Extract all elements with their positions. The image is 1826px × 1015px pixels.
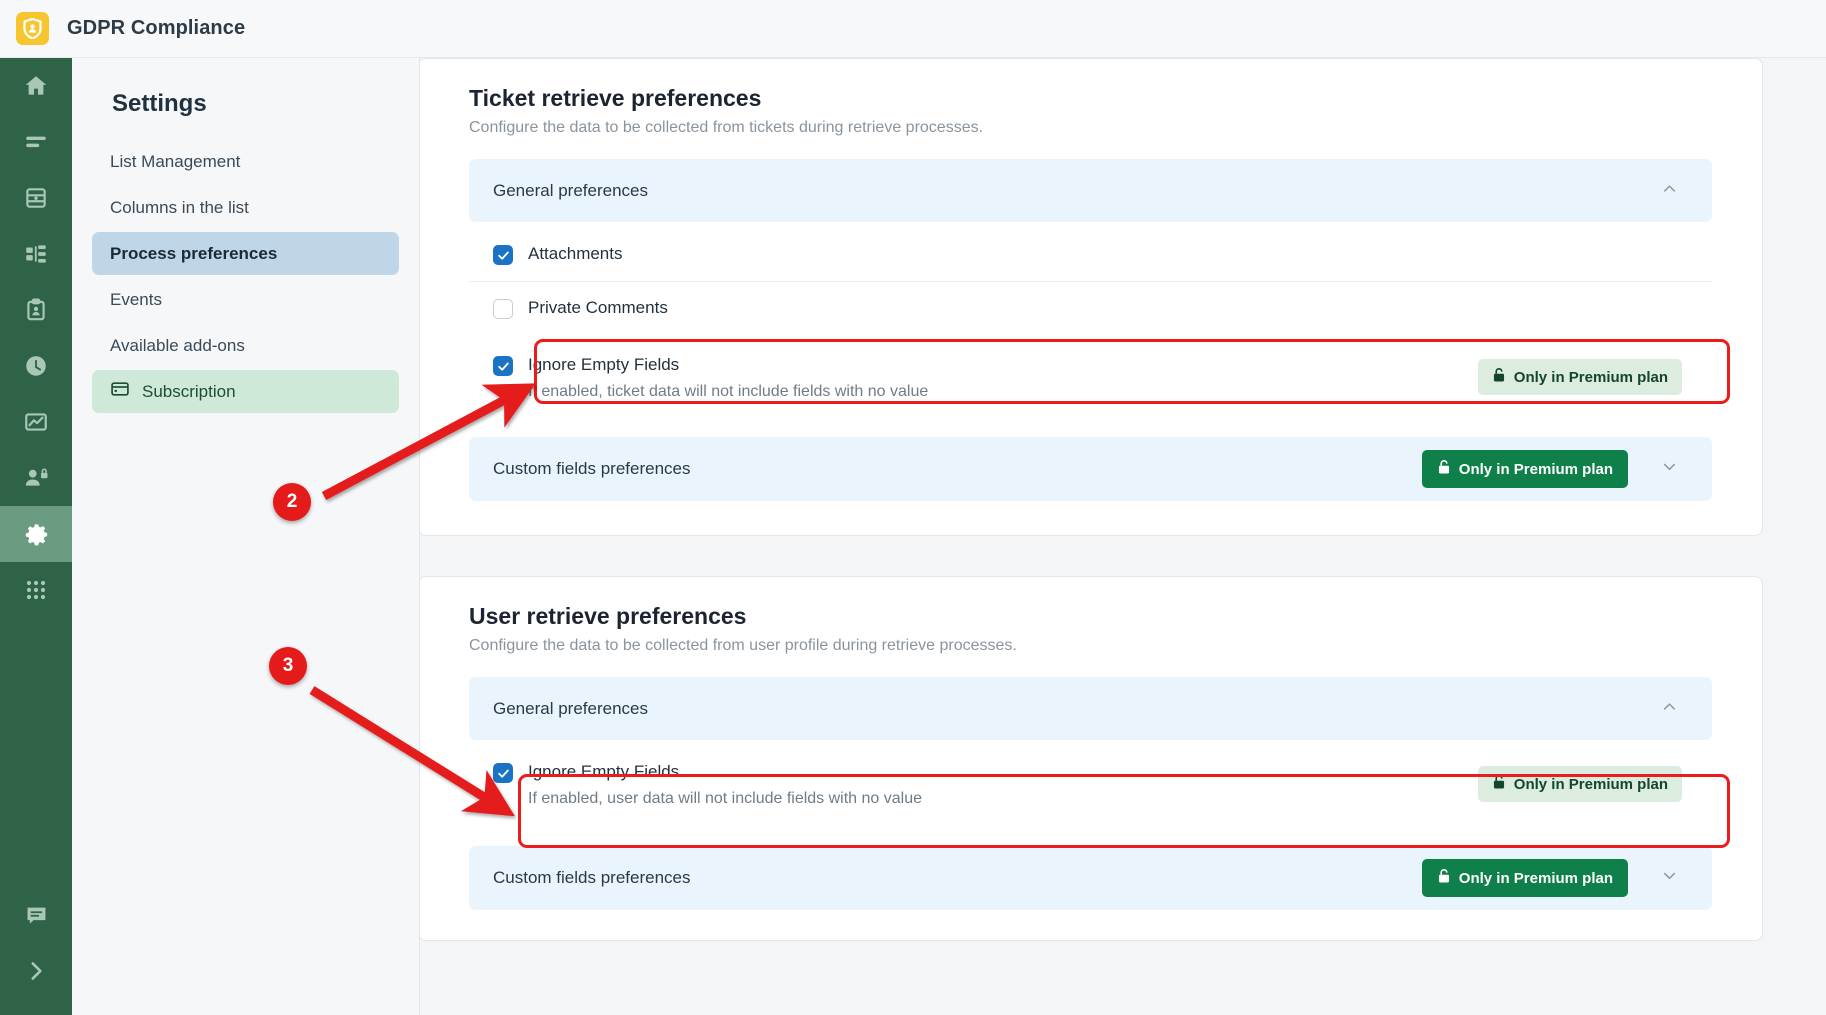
premium-badge[interactable]: Only in Premium plan <box>1477 766 1682 802</box>
ticket-retrieve-preferences-card: Ticket retrieve preferences Configure th… <box>420 58 1763 536</box>
premium-badge-label: Only in Premium plan <box>1513 368 1668 386</box>
credit-card-icon <box>110 379 130 404</box>
band-label: Custom fields preferences <box>493 459 691 478</box>
sidebar-item-label: Process preferences <box>110 243 278 263</box>
ticket-general-preferences-header[interactable]: General preferences <box>469 159 1712 222</box>
user-general-preferences-header[interactable]: General preferences <box>469 677 1712 740</box>
main-content: Ticket retrieve preferences Configure th… <box>420 58 1826 1015</box>
sidebar-item-label: Subscription <box>142 381 236 401</box>
list-icon[interactable] <box>0 114 72 170</box>
ignore-empty-fields-checkbox[interactable] <box>493 763 513 783</box>
sidebar-item-process-preferences[interactable]: Process preferences <box>92 232 399 275</box>
premium-badge[interactable]: Only in Premium plan <box>1477 359 1682 395</box>
sidebar-item-label: List Management <box>110 151 241 171</box>
chevron-right-icon[interactable] <box>0 943 72 999</box>
premium-badge[interactable]: Only in Premium plan <box>1421 859 1628 897</box>
app-title: GDPR Compliance <box>67 17 246 39</box>
pref-description: If enabled, ticket data will not include… <box>528 383 929 400</box>
sidebar-item-label: Columns in the list <box>110 197 249 217</box>
ticket-section-title: Ticket retrieve preferences <box>469 85 762 111</box>
unlock-icon <box>1492 367 1506 387</box>
sidebar-item-available-add-ons[interactable]: Available add-ons <box>92 324 399 367</box>
ticket-section-subtitle: Configure the data to be collected from … <box>469 119 984 136</box>
pref-label: Ignore Empty Fields <box>528 355 680 374</box>
user-retrieve-preferences-card: User retrieve preferences Configure the … <box>420 576 1763 941</box>
band-label: Custom fields preferences <box>493 868 691 887</box>
page-title: Settings <box>112 90 207 117</box>
chevron-up-icon[interactable] <box>1660 179 1679 203</box>
clipboard-user-icon[interactable] <box>0 282 72 338</box>
window-title-bar: GDPR Compliance <box>0 0 1826 58</box>
home-icon[interactable] <box>0 58 72 114</box>
ticket-attachments-row[interactable]: Attachments <box>469 228 1712 282</box>
user-section-subtitle: Configure the data to be collected from … <box>469 637 1017 654</box>
unlock-icon <box>1492 774 1506 794</box>
user-section-title: User retrieve preferences <box>469 603 747 629</box>
grid-apps-icon[interactable] <box>0 562 72 618</box>
unlock-icon <box>1437 459 1451 479</box>
premium-badge-label: Only in Premium plan <box>1513 775 1668 793</box>
shield-user-icon <box>16 12 49 45</box>
database-icon[interactable] <box>0 170 72 226</box>
ignore-empty-fields-checkbox[interactable] <box>493 356 513 376</box>
pref-description: If enabled, user data will not include f… <box>528 790 923 807</box>
band-label: General preferences <box>493 180 648 200</box>
private-comments-checkbox[interactable] <box>493 299 513 319</box>
band-label: General preferences <box>493 698 648 718</box>
premium-badge-label: Only in Premium plan <box>1458 869 1613 887</box>
unlock-icon <box>1437 868 1451 888</box>
ticket-ignore-empty-fields-row[interactable]: Ignore Empty Fields If enabled, ticket d… <box>469 335 1712 423</box>
ticket-custom-fields-preferences-header[interactable]: Custom fields preferences Only in Premiu… <box>469 437 1712 501</box>
org-chart-icon[interactable] <box>0 226 72 282</box>
annotation-marker-2: 2 <box>273 483 311 521</box>
sidebar-item-label: Events <box>110 289 162 309</box>
chevron-up-icon[interactable] <box>1660 697 1679 721</box>
pref-label: Private Comments <box>528 298 668 317</box>
comment-icon[interactable] <box>0 887 72 943</box>
icon-rail <box>0 58 72 1015</box>
chevron-down-icon[interactable] <box>1660 866 1679 890</box>
gear-icon[interactable] <box>0 506 72 562</box>
pref-label: Ignore Empty Fields <box>528 762 680 781</box>
chart-line-icon[interactable] <box>0 394 72 450</box>
sidebar-item-label: Available add-ons <box>110 335 245 355</box>
app-root: GDPR Compliance Settings List Management… <box>0 0 1826 1015</box>
ticket-private-comments-row[interactable]: Private Comments <box>469 282 1712 335</box>
pref-label: Attachments <box>528 244 623 263</box>
sidebar-item-events[interactable]: Events <box>92 278 399 321</box>
annotation-marker-3: 3 <box>269 647 307 685</box>
user-ignore-empty-fields-row[interactable]: Ignore Empty Fields If enabled, user dat… <box>469 740 1712 832</box>
premium-badge[interactable]: Only in Premium plan <box>1421 450 1628 488</box>
settings-sidebar: Settings List Management Columns in the … <box>72 58 420 1015</box>
user-lock-icon[interactable] <box>0 450 72 506</box>
sidebar-item-list-management[interactable]: List Management <box>92 140 399 183</box>
chevron-down-icon[interactable] <box>1660 457 1679 481</box>
attachments-checkbox[interactable] <box>493 245 513 265</box>
user-custom-fields-preferences-header[interactable]: Custom fields preferences Only in Premiu… <box>469 846 1712 910</box>
clock-icon[interactable] <box>0 338 72 394</box>
premium-badge-label: Only in Premium plan <box>1458 460 1613 478</box>
sidebar-item-subscription[interactable]: Subscription <box>92 370 399 413</box>
sidebar-item-columns-in-the-list[interactable]: Columns in the list <box>92 186 399 229</box>
